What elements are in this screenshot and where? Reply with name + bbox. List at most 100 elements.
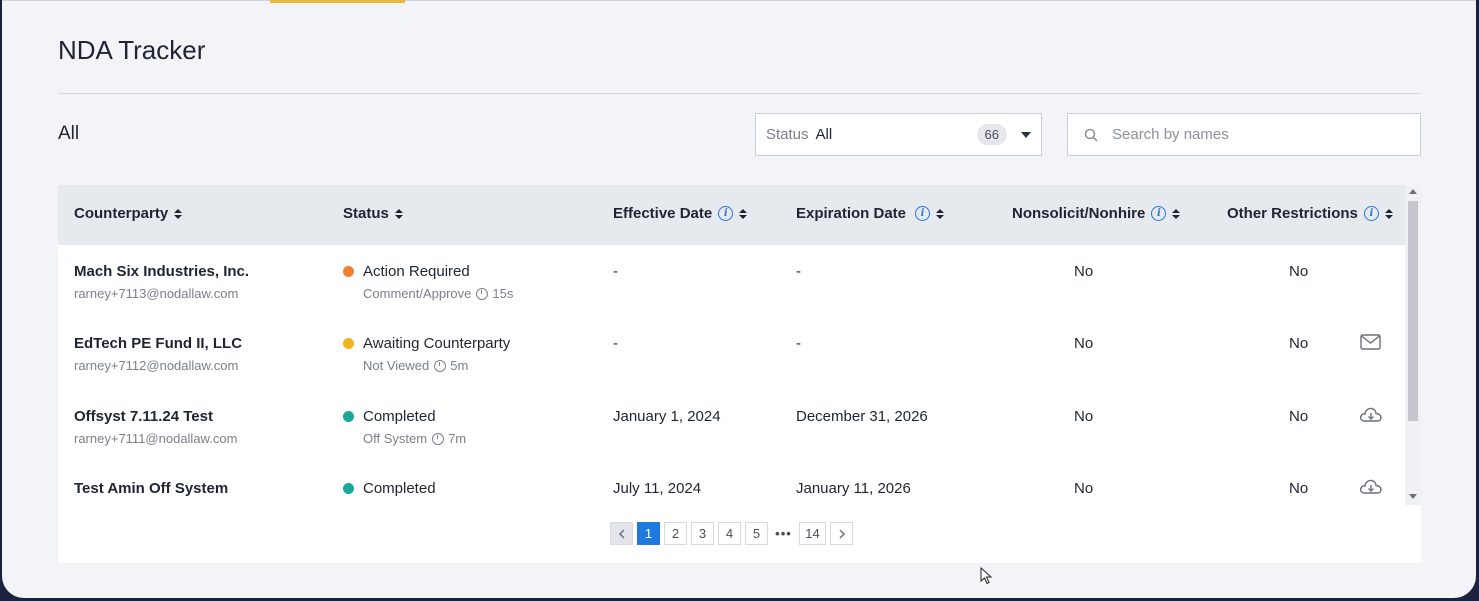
info-icon[interactable]: i <box>1363 206 1379 221</box>
status-filter-value: All <box>815 126 833 143</box>
status-cell: Action Required Comment/Approve 15s <box>343 263 513 301</box>
info-icon[interactable]: i <box>718 206 734 221</box>
page-button-last[interactable]: 14 <box>799 522 826 545</box>
nonsolicit-cell: No <box>1074 335 1094 352</box>
search-box[interactable] <box>1067 113 1421 156</box>
table-scrollbar[interactable] <box>1405 185 1421 505</box>
sort-icon[interactable] <box>1172 208 1181 219</box>
clock-icon <box>432 432 445 445</box>
column-label: Other Restrictions <box>1227 205 1358 222</box>
sort-icon[interactable] <box>1384 208 1393 219</box>
status-dot <box>343 483 354 494</box>
column-label: Counterparty <box>74 205 169 222</box>
cloud-download-icon[interactable] <box>1359 406 1383 424</box>
nonsolicit-cell: No <box>1074 263 1094 280</box>
column-label: Nonsolicit/Nonhire <box>1012 205 1146 222</box>
counterparty-name[interactable]: Test Amin Off System <box>74 480 228 497</box>
column-label: Status <box>343 205 389 222</box>
sort-icon[interactable] <box>936 208 945 219</box>
page-ellipsis[interactable]: ••• <box>772 522 795 545</box>
effective-date-cell: July 11, 2024 <box>613 480 702 497</box>
next-page-button[interactable] <box>830 522 853 545</box>
counterparty-cell: Mach Six Industries, Inc. rarney+7113@no… <box>74 263 249 301</box>
effective-date-cell: - <box>613 263 618 280</box>
other-restrictions-cell: No <box>1289 408 1309 425</box>
status-text: Awaiting Counterparty <box>363 335 511 352</box>
column-counterparty[interactable]: Counterparty <box>74 205 183 222</box>
sort-icon[interactable] <box>174 208 183 219</box>
table-body: Mach Six Industries, Inc. rarney+7113@no… <box>58 245 1405 505</box>
scroll-down-arrow-icon[interactable] <box>1409 494 1417 499</box>
status-text: Action Required <box>363 263 470 280</box>
nonsolicit-cell: No <box>1074 480 1094 497</box>
sort-icon[interactable] <box>739 208 748 219</box>
filter-heading: All <box>58 123 80 144</box>
other-restrictions-cell: No <box>1289 263 1309 280</box>
nonsolicit-cell: No <box>1074 408 1094 425</box>
counterparty-name[interactable]: Mach Six Industries, Inc. <box>74 263 249 280</box>
page-button-1[interactable]: 1 <box>637 522 660 545</box>
page-button-2[interactable]: 2 <box>664 522 687 545</box>
page-button-5[interactable]: 5 <box>745 522 768 545</box>
status-count-badge: 66 <box>976 124 1007 145</box>
active-nav-indicator <box>270 0 405 3</box>
other-restrictions-cell: No <box>1289 335 1309 352</box>
column-nonsolicit[interactable]: Nonsolicit/Nonhire i <box>1012 205 1181 222</box>
page-button-4[interactable]: 4 <box>718 522 741 545</box>
effective-date-cell: January 1, 2024 <box>613 408 721 425</box>
info-icon[interactable]: i <box>915 206 931 221</box>
counterparty-email: rarney+7112@nodallaw.com <box>74 358 239 373</box>
scroll-thumb[interactable] <box>1408 201 1418 421</box>
column-expiration-date[interactable]: Expiration Date i <box>796 205 945 222</box>
page-title: NDA Tracker <box>58 35 206 65</box>
column-status[interactable]: Status <box>343 205 403 222</box>
other-restrictions-cell: No <box>1289 480 1309 497</box>
sort-icon[interactable] <box>394 208 403 219</box>
status-age: 7m <box>448 431 467 446</box>
clock-icon <box>476 287 489 300</box>
mouse-cursor-icon <box>980 567 992 585</box>
chevron-right-icon <box>838 528 845 539</box>
cloud-download-icon[interactable] <box>1359 478 1383 496</box>
status-dot <box>343 266 354 277</box>
info-icon[interactable]: i <box>1151 206 1167 221</box>
status-age: 5m <box>450 358 469 373</box>
status-cell: Completed <box>343 480 436 497</box>
column-label: Expiration Date <box>796 205 907 222</box>
scroll-up-arrow-icon[interactable] <box>1409 189 1417 194</box>
window-frame: NDA Tracker All Status All 66 Counterpar… <box>0 0 1479 601</box>
clock-icon <box>434 359 447 372</box>
column-effective-date[interactable]: Effective Date i <box>613 205 748 222</box>
counterparty-cell: Test Amin Off System <box>74 480 228 503</box>
page-button-3[interactable]: 3 <box>691 522 714 545</box>
counterparty-email: rarney+7111@nodallaw.com <box>74 431 238 446</box>
status-filter-dropdown[interactable]: Status All 66 <box>755 113 1042 156</box>
status-text: Completed <box>363 480 436 497</box>
status-dot <box>343 338 354 349</box>
main-panel: NDA Tracker All Status All 66 Counterpar… <box>2 0 1476 598</box>
column-other-restrictions[interactable]: Other Restrictions i <box>1227 205 1393 222</box>
status-filter-label: Status <box>766 126 809 143</box>
counterparty-name[interactable]: EdTech PE Fund II, LLC <box>74 335 242 352</box>
expiration-date-cell: January 11, 2026 <box>796 480 911 497</box>
counterparty-email: rarney+7113@nodallaw.com <box>74 286 239 301</box>
pagination: 1 2 3 4 5 ••• 14 <box>610 522 857 545</box>
expiration-date-cell: - <box>796 335 801 352</box>
table-row[interactable]: Mach Six Industries, Inc. rarney+7113@no… <box>58 263 1405 335</box>
table-row[interactable]: Test Amin Off System Completed July 11, … <box>58 478 1405 505</box>
prev-page-button[interactable] <box>610 522 633 545</box>
status-detail: Off System <box>363 431 428 446</box>
table-row[interactable]: EdTech PE Fund II, LLC rarney+7112@nodal… <box>58 334 1405 407</box>
chevron-down-icon[interactable] <box>1021 131 1031 138</box>
search-icon <box>1084 128 1098 142</box>
table-row[interactable]: Offsyst 7.11.24 Test rarney+7111@nodalla… <box>58 406 1405 480</box>
search-input[interactable] <box>1110 125 1394 144</box>
status-cell: Awaiting Counterparty Not Viewed 5m <box>343 335 510 373</box>
nda-table: Counterparty Status Effective Date i Exp… <box>58 185 1421 563</box>
title-divider <box>58 93 1421 94</box>
counterparty-name[interactable]: Offsyst 7.11.24 Test <box>74 408 237 425</box>
status-age: 15s <box>492 286 514 301</box>
mail-icon[interactable] <box>1360 334 1381 350</box>
status-cell: Completed Off System 7m <box>343 408 466 446</box>
expiration-date-cell: - <box>796 263 801 280</box>
